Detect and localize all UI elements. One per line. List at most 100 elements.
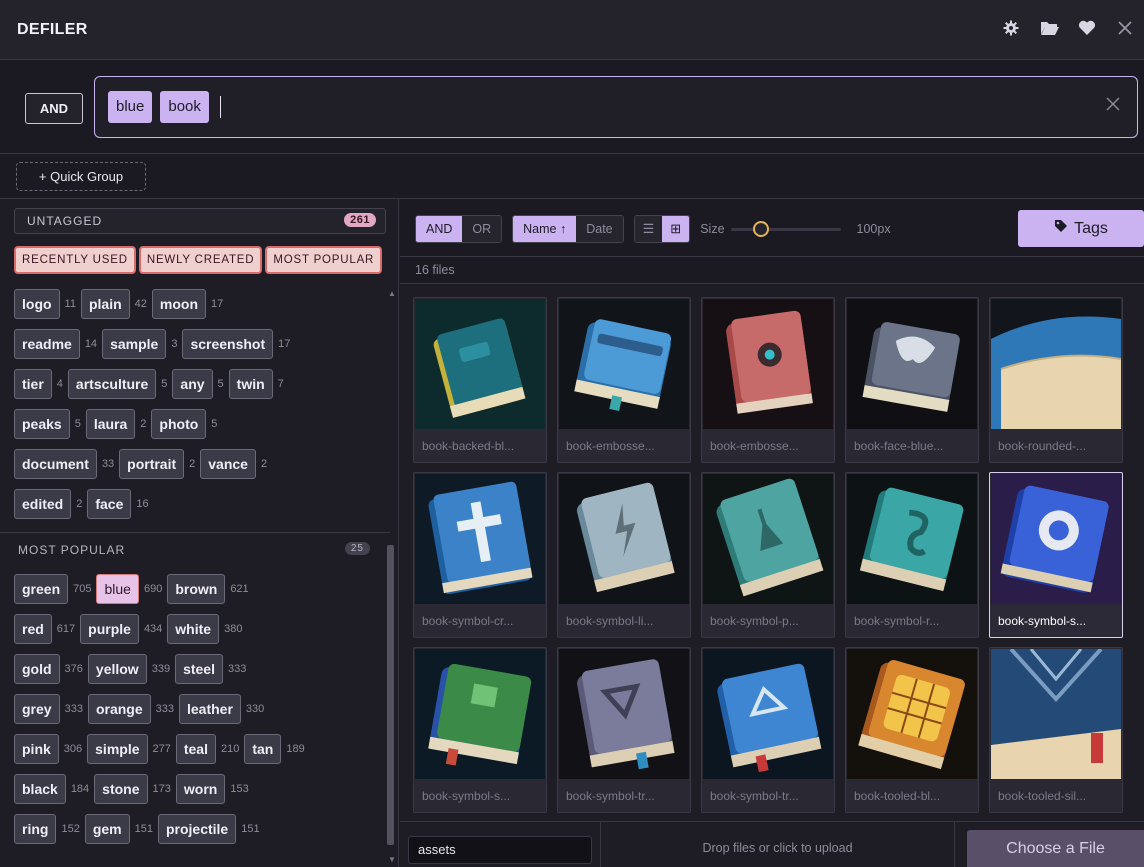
tag-item[interactable]: ring 152 xyxy=(14,814,80,844)
search-input[interactable]: blue book xyxy=(94,76,1138,138)
gear-icon[interactable] xyxy=(1002,20,1020,40)
tag-item[interactable]: twin 7 xyxy=(228,369,284,399)
tag-item[interactable]: steel 333 xyxy=(175,654,246,684)
target-folder-input[interactable]: assets xyxy=(408,836,592,864)
sort-most-popular-button[interactable]: MOST POPULAR xyxy=(265,246,383,274)
sidebar-scrollbar[interactable] xyxy=(386,544,395,866)
grid-icon[interactable]: ⊞ xyxy=(662,216,690,242)
file-card[interactable]: book-tooled-bl... xyxy=(845,647,979,813)
file-card[interactable]: book-tooled-sil... xyxy=(989,647,1123,813)
tag-item[interactable]: face 16 xyxy=(87,489,149,519)
tag-count: 151 xyxy=(134,823,153,835)
tag-label: edited xyxy=(14,489,72,519)
tag-item[interactable]: peaks 5 xyxy=(14,409,81,439)
heart-icon[interactable] xyxy=(1078,20,1096,40)
list-icon[interactable]: ☰ xyxy=(634,216,663,242)
sort-newly-created-button[interactable]: NEWLY CREATED xyxy=(138,246,263,274)
tag-item[interactable]: purple 434 xyxy=(80,614,162,644)
tag-item[interactable]: any 5 xyxy=(172,369,224,399)
file-card[interactable]: book-rounded-... xyxy=(989,297,1123,463)
file-card-selected[interactable]: book-symbol-s... xyxy=(989,472,1123,638)
file-card[interactable]: book-symbol-li... xyxy=(557,472,691,638)
file-card[interactable]: book-embosse... xyxy=(701,297,835,463)
tag-count: 3 xyxy=(171,338,178,350)
tag-item[interactable]: photo 5 xyxy=(151,409,217,439)
file-name: book-symbol-li... xyxy=(566,614,654,628)
logic-or-button[interactable]: OR xyxy=(462,216,502,242)
search-term-chip[interactable]: book xyxy=(160,91,209,123)
tags-button[interactable]: Tags xyxy=(1018,210,1144,247)
search-mode-button[interactable]: AND xyxy=(25,93,83,124)
file-card[interactable]: book-symbol-tr... xyxy=(701,647,835,813)
drop-zone[interactable]: Drop files or click to upload xyxy=(600,822,955,867)
tag-item[interactable]: logo 11 xyxy=(14,289,76,319)
scroll-up-arrow-icon[interactable]: ▲ xyxy=(388,289,396,298)
tag-item-selected[interactable]: blue 690 xyxy=(96,574,162,604)
tag-count: 152 xyxy=(61,823,80,835)
file-card[interactable]: book-symbol-s... xyxy=(413,647,547,813)
tag-label: any xyxy=(172,369,213,399)
tag-item[interactable]: red 617 xyxy=(14,614,75,644)
tag-item[interactable]: plain 42 xyxy=(80,289,147,319)
sort-name-button[interactable]: Name ↑ xyxy=(513,216,577,242)
tag-count: 2 xyxy=(140,418,147,430)
tag-item[interactable]: yellow 339 xyxy=(87,654,170,684)
file-card[interactable]: book-symbol-p... xyxy=(701,472,835,638)
tag-item[interactable]: laura 2 xyxy=(85,409,147,439)
scrollbar-thumb[interactable] xyxy=(387,545,394,845)
tag-item[interactable]: edited 2 xyxy=(14,489,82,519)
close-icon[interactable] xyxy=(1105,96,1121,116)
file-card[interactable]: book-embosse... xyxy=(557,297,691,463)
file-card[interactable]: book-symbol-cr... xyxy=(413,472,547,638)
quick-group-button[interactable]: + Quick Group xyxy=(16,162,146,191)
tag-item[interactable]: black 184 xyxy=(14,774,89,804)
file-card[interactable]: book-backed-bl... xyxy=(413,297,547,463)
sort-date-button[interactable]: Date xyxy=(576,216,623,242)
logic-and-button[interactable]: AND xyxy=(416,216,463,242)
title-bar: DEFILER xyxy=(0,0,1144,60)
tag-item[interactable]: simple 277 xyxy=(87,734,171,764)
tag-item[interactable]: leather 330 xyxy=(178,694,264,724)
tag-item[interactable]: gold 376 xyxy=(14,654,83,684)
sort-recently-used-button[interactable]: RECENTLY USED xyxy=(14,246,136,274)
tag-item[interactable]: portrait 2 xyxy=(119,449,195,479)
tag-item[interactable]: gem 151 xyxy=(84,814,153,844)
app-title: DEFILER xyxy=(17,20,88,38)
tag-item[interactable]: stone 173 xyxy=(94,774,171,804)
file-card[interactable]: book-symbol-tr... xyxy=(557,647,691,813)
tag-item[interactable]: projectile 151 xyxy=(157,814,260,844)
tag-label: moon xyxy=(151,289,206,319)
tag-item[interactable]: sample 3 xyxy=(102,329,177,359)
file-card[interactable]: book-symbol-r... xyxy=(845,472,979,638)
tag-item[interactable]: tier 4 xyxy=(14,369,63,399)
choose-file-button[interactable]: Choose a File xyxy=(967,830,1144,867)
size-slider[interactable] xyxy=(730,219,841,239)
tag-item[interactable]: grey 333 xyxy=(14,694,83,724)
search-term-chip[interactable]: blue xyxy=(108,91,153,123)
scroll-down-arrow-icon[interactable]: ▼ xyxy=(388,855,396,864)
folder-open-icon[interactable] xyxy=(1040,20,1059,40)
slider-thumb[interactable] xyxy=(752,221,769,237)
tag-label: brown xyxy=(167,574,226,604)
tag-item[interactable]: screenshot 17 xyxy=(182,329,290,359)
close-icon[interactable] xyxy=(1116,21,1134,39)
untagged-filter[interactable]: UNTAGGED 261 xyxy=(14,208,386,234)
tag-item[interactable]: moon 17 xyxy=(151,289,223,319)
tag-item[interactable]: worn 153 xyxy=(175,774,249,804)
tag-item[interactable]: pink 306 xyxy=(14,734,82,764)
book-thumbnail-image xyxy=(847,299,977,429)
most-popular-label: MOST POPULAR xyxy=(18,543,126,557)
tag-item[interactable]: document 33 xyxy=(14,449,114,479)
tag-item[interactable]: green 705 xyxy=(14,574,91,604)
most-popular-count-badge: 25 xyxy=(344,542,370,555)
tag-item[interactable]: teal 210 xyxy=(175,734,239,764)
tag-item[interactable]: orange 333 xyxy=(87,694,174,724)
tag-item[interactable]: tan 189 xyxy=(244,734,305,764)
file-card[interactable]: book-face-blue... xyxy=(845,297,979,463)
tag-item[interactable]: white 380 xyxy=(167,614,242,644)
tag-item[interactable]: brown 621 xyxy=(167,574,249,604)
tag-item[interactable]: vance 2 xyxy=(200,449,267,479)
size-label: Size xyxy=(700,222,725,236)
tag-item[interactable]: readme 14 xyxy=(14,329,97,359)
tag-item[interactable]: artsculture 5 xyxy=(67,369,167,399)
